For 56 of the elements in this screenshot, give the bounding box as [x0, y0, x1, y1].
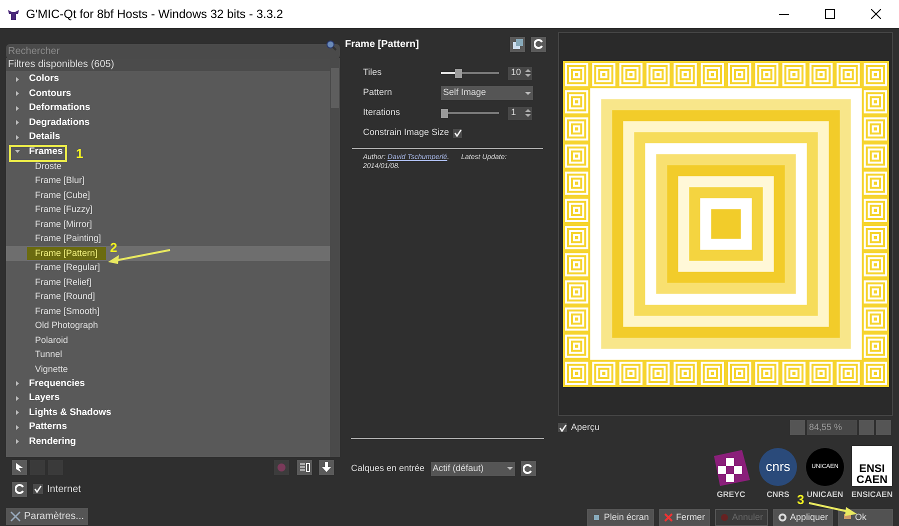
- tree-item[interactable]: Frame [Blur]: [27, 174, 93, 188]
- tree-category[interactable]: Frequencies: [29, 376, 85, 391]
- tree-item[interactable]: Droste: [27, 160, 70, 173]
- spin-box[interactable]: 1: [508, 106, 532, 120]
- parameter-label: Iterations: [363, 106, 402, 120]
- fullscreen-button[interactable]: Plein écran: [586, 509, 654, 526]
- tree-item[interactable]: Frame [Relief]: [27, 276, 100, 289]
- parameter-label: Tiles: [363, 66, 383, 80]
- logo-caption: UNICAEN: [806, 489, 844, 501]
- internet-label: Internet: [47, 482, 81, 496]
- tree-category[interactable]: Frames: [29, 144, 63, 159]
- tree-header: Filtres disponibles (605): [6, 58, 330, 71]
- tree-item[interactable]: Frame [Painting]: [27, 232, 110, 246]
- logo-caption: GREYC: [716, 489, 746, 501]
- preview-label: Aperçu: [571, 420, 600, 434]
- parameter-label: Constrain Image Size: [363, 126, 450, 140]
- parameter-label: Pattern: [363, 86, 394, 100]
- tree-item[interactable]: Frame [Cube]: [27, 188, 98, 202]
- tree-category[interactable]: Lights & Shadows: [29, 406, 112, 420]
- tree-category[interactable]: Deformations: [29, 101, 90, 116]
- filter-title: Frame [Pattern]: [345, 38, 419, 52]
- spin-box[interactable]: 10: [508, 66, 532, 80]
- annotation-number: 2: [110, 239, 118, 257]
- tree-category[interactable]: Rendering: [29, 434, 76, 449]
- logo-badge: ENSI CAEN: [852, 446, 892, 486]
- tree-category[interactable]: Patterns: [29, 420, 68, 434]
- apply-button[interactable]: Appliquer: [772, 509, 833, 526]
- logo-badge: cnrs: [759, 448, 797, 486]
- tree-category[interactable]: Layers: [29, 391, 60, 406]
- window-title: G'MIC-Qt for 8bf Hosts - Windows 32 bits - 3.3.2: [26, 6, 284, 23]
- tree-item[interactable]: Frame [Pattern]: [27, 246, 106, 260]
- tree-item[interactable]: Frame [Regular]: [27, 261, 108, 274]
- tree-item[interactable]: Frame [Smooth]: [27, 304, 108, 318]
- pattern-dropdown[interactable]: Self Image: [441, 86, 533, 100]
- tree-item[interactable]: Tunnel: [27, 348, 70, 362]
- tree-category[interactable]: Colors: [29, 72, 60, 86]
- zoom-field[interactable]: 84,55 %: [807, 420, 857, 436]
- tree-item[interactable]: Frame [Mirror]: [27, 218, 100, 231]
- search-field[interactable]: Rechercher: [6, 44, 340, 59]
- settings-button[interactable]: Paramètres...: [6, 508, 88, 525]
- annotation-number: 1: [76, 145, 84, 163]
- ok-button[interactable]: Ok: [838, 509, 893, 526]
- tree-category[interactable]: Contours: [29, 86, 72, 101]
- tree-item[interactable]: Old Photograph: [27, 319, 106, 332]
- input-layers-dropdown[interactable]: Actif (défaut): [430, 462, 515, 476]
- logo-caption: CNRS: [766, 489, 790, 501]
- tree-item[interactable]: Polaroid: [27, 334, 76, 347]
- close-button[interactable]: Fermer: [658, 509, 710, 526]
- input-layers-label: Calques en entrée: [351, 462, 425, 475]
- tree-item[interactable]: Vignette: [27, 362, 76, 376]
- logo-caption: ENSICAEN: [851, 489, 893, 501]
- tree-category[interactable]: Details: [29, 130, 60, 144]
- tree-item[interactable]: Frame [Round]: [27, 290, 104, 304]
- tree-category[interactable]: Degradations: [29, 116, 90, 130]
- annotation-number: 3: [797, 491, 804, 509]
- tree-item[interactable]: Frame [Fuzzy]: [27, 203, 101, 216]
